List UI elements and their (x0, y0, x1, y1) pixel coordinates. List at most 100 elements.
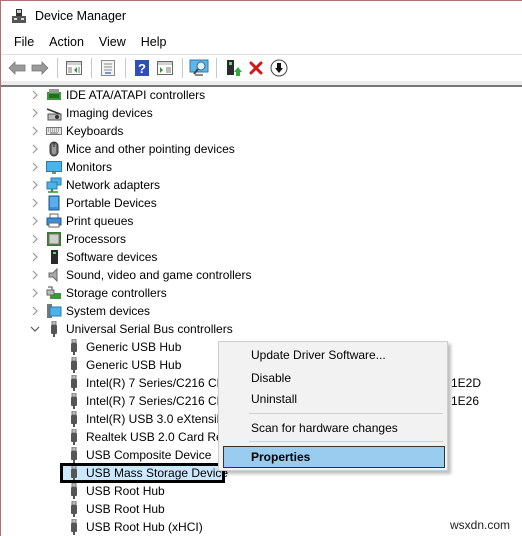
tree-device-row[interactable]: USB Root Hub (2, 482, 522, 500)
tree-category-label: Mice and other pointing devices (66, 142, 235, 156)
show-hide-action-pane-icon (157, 61, 173, 75)
help-button[interactable]: ? (131, 57, 153, 79)
keyboard-icon (46, 123, 62, 139)
context-menu-separator (249, 441, 443, 442)
uninstall-device-button[interactable] (245, 57, 267, 79)
expand-chevron-icon[interactable] (30, 122, 40, 140)
tree-category-row[interactable]: Print queues (2, 212, 522, 230)
tree-category-label: Print queues (66, 214, 134, 228)
tree-category-row[interactable]: Storage controllers (2, 284, 522, 302)
context-menu-uninstall[interactable]: Uninstall (251, 392, 297, 406)
tree-category-label: Network adapters (66, 178, 161, 192)
usb-device-icon (66, 483, 82, 499)
expand-chevron-icon[interactable] (30, 140, 40, 158)
expand-chevron-icon[interactable] (30, 248, 40, 266)
speaker-icon (46, 267, 62, 283)
tree-category-label: Portable Devices (66, 196, 157, 210)
tree-category-row[interactable]: IDE ATA/ATAPI controllers (2, 87, 522, 104)
tree-device-label: USB Mass Storage Device (86, 466, 229, 480)
toolbar-separator (216, 58, 217, 78)
toolbar-separator (125, 58, 126, 78)
expand-chevron-icon[interactable] (30, 194, 40, 212)
context-menu-properties[interactable]: Properties (251, 450, 310, 464)
software-device-icon (46, 249, 62, 265)
update-driver-icon (227, 60, 242, 76)
menu-view[interactable]: View (94, 35, 131, 49)
menu-action[interactable]: Action (44, 35, 89, 49)
expand-chevron-icon[interactable] (30, 212, 40, 230)
tree-category-label: Universal Serial Bus controllers (66, 322, 233, 336)
imaging-device-icon (46, 105, 62, 121)
expand-chevron-icon[interactable] (30, 176, 40, 194)
expand-chevron-icon[interactable] (30, 104, 40, 122)
usb-device-icon (66, 465, 82, 481)
tree-device-label: Generic USB Hub (86, 340, 182, 354)
toolbar-separator (182, 58, 183, 78)
expand-chevron-icon[interactable] (30, 284, 40, 302)
tree-category-label: Software devices (66, 250, 158, 264)
tree-category-label: Storage controllers (66, 286, 167, 300)
properties-button[interactable] (97, 57, 119, 79)
device-manager-app-icon (11, 8, 27, 24)
context-menu: Update Driver Software... Disable Uninst… (218, 341, 448, 471)
printer-icon (46, 213, 62, 229)
tree-category-row[interactable]: Processors (2, 230, 522, 248)
context-menu-update-driver[interactable]: Update Driver Software... (251, 348, 386, 362)
toolbar: ? (1, 54, 522, 81)
menu-file[interactable]: File (9, 35, 39, 49)
usb-device-icon (66, 357, 82, 373)
forward-button[interactable] (29, 57, 51, 79)
tree-category-row[interactable]: Keyboards (2, 122, 522, 140)
properties-icon (101, 60, 115, 76)
collapse-chevron-icon[interactable] (30, 320, 40, 338)
tree-category-label: Monitors (66, 160, 113, 174)
monitor-icon (46, 159, 62, 175)
show-hide-console-tree-icon (66, 61, 82, 75)
tree-category-row[interactable]: Monitors (2, 158, 522, 176)
menu-help[interactable]: Help (136, 35, 172, 49)
context-menu-disable[interactable]: Disable (251, 371, 291, 385)
forward-arrow-icon (31, 61, 49, 75)
title-bar: Device Manager (1, 1, 522, 31)
expand-chevron-icon[interactable] (30, 266, 40, 284)
tree-category-row[interactable]: Network adapters (2, 176, 522, 194)
expand-chevron-icon[interactable] (30, 302, 40, 320)
tree-category-row[interactable]: Imaging devices (2, 104, 522, 122)
tree-category-row[interactable]: Software devices (2, 248, 522, 266)
tree-category-row[interactable]: Mice and other pointing devices (2, 140, 522, 158)
scan-hardware-changes-button[interactable] (188, 57, 210, 79)
system-devices-icon (46, 303, 62, 319)
tree-device-label: Realtek USB 2.0 Card Rea (86, 430, 230, 444)
disable-device-button[interactable] (268, 57, 290, 79)
watermark: wsxdn.com (450, 518, 511, 532)
network-adapter-icon (46, 177, 62, 193)
svg-text:?: ? (138, 61, 146, 76)
portable-device-icon (46, 195, 62, 211)
update-driver-button[interactable] (222, 57, 244, 79)
tree-category-row[interactable]: System devices (2, 302, 522, 320)
ide-controller-icon (46, 87, 62, 103)
tree-category-row[interactable]: Universal Serial Bus controllers (2, 320, 522, 338)
expand-chevron-icon[interactable] (30, 230, 40, 248)
tree-device-label-overflow: 1E26 (451, 394, 480, 408)
expand-chevron-icon[interactable] (30, 158, 40, 176)
device-manager-window: Device Manager File Action View Help ? I… (0, 0, 522, 536)
tree-device-label: USB Root Hub (xHCI) (86, 520, 203, 534)
usb-icon (46, 321, 62, 337)
expand-chevron-icon[interactable] (30, 87, 40, 104)
tree-device-row[interactable]: USB Root Hub (2, 500, 522, 518)
disable-device-icon (270, 59, 288, 77)
usb-device-icon (66, 411, 82, 427)
context-menu-scan-hardware[interactable]: Scan for hardware changes (251, 421, 398, 435)
show-hide-console-tree-button[interactable] (63, 57, 85, 79)
tree-category-row[interactable]: Sound, video and game controllers (2, 266, 522, 284)
tree-category-row[interactable]: Portable Devices (2, 194, 522, 212)
show-hide-action-pane-button[interactable] (154, 57, 176, 79)
tree-device-row[interactable]: USB Root Hub (xHCI) (2, 518, 522, 536)
tree-device-label: Intel(R) 7 Series/C216 Chi (86, 394, 227, 408)
tree-device-label: Intel(R) USB 3.0 eXtensibl (86, 412, 227, 426)
tree-device-label-overflow: 1E2D (451, 376, 482, 390)
back-button[interactable] (6, 57, 28, 79)
tree-device-label: USB Root Hub (86, 502, 165, 516)
processor-icon (46, 231, 62, 247)
